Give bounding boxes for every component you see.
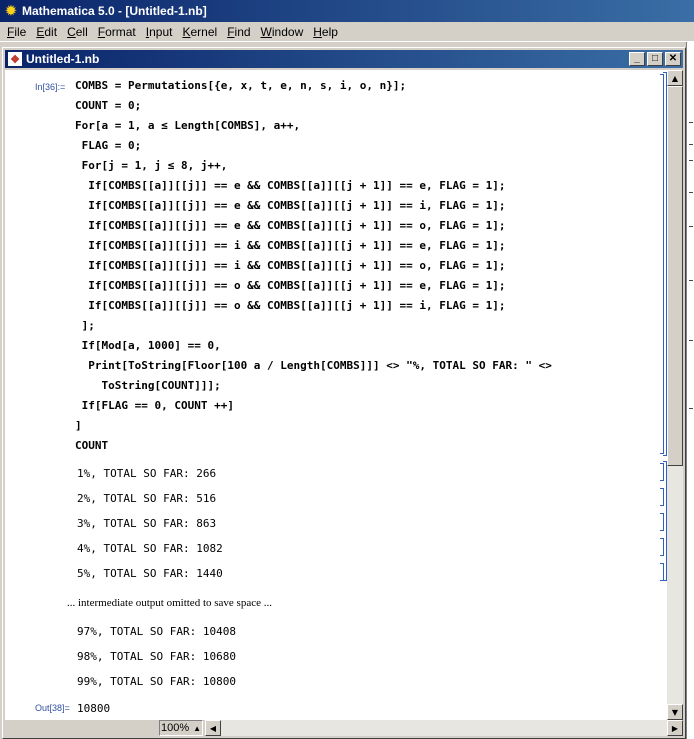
zoom-control[interactable]: 100% ▲ xyxy=(159,720,203,736)
status-bar: 100% ▲ ◀ ▶ xyxy=(5,720,683,736)
code-line: ]; xyxy=(75,319,95,332)
code-line: COUNT = 0; xyxy=(75,99,142,112)
zoom-dropdown-icon: ▲ xyxy=(193,723,202,733)
scroll-up-icon[interactable]: ▲ xyxy=(667,70,683,86)
print-output-line: 3%, TOTAL SO FAR: 863 xyxy=(77,517,217,530)
app-title: Mathematica 5.0 - [Untitled-1.nb] xyxy=(22,4,207,18)
code-line: FLAG = 0; xyxy=(75,139,142,152)
mathematica-logo-icon: ✹ xyxy=(5,3,17,18)
menu-format[interactable]: Format xyxy=(93,25,141,39)
print-output-line: 98%, TOTAL SO FAR: 10680 xyxy=(77,650,236,663)
code-line: If[COMBS[[a]][[j]] == i && COMBS[[a]][[j… xyxy=(75,239,506,252)
menu-cell[interactable]: Cell xyxy=(62,25,93,39)
print-output-line: 97%, TOTAL SO FAR: 10408 xyxy=(77,625,236,638)
print-output-line: 2%, TOTAL SO FAR: 516 xyxy=(77,492,217,505)
code-line: If[COMBS[[a]][[j]] == i && COMBS[[a]][[j… xyxy=(75,259,506,272)
maximize-button[interactable]: □ xyxy=(647,52,663,66)
print-output-line: 4%, TOTAL SO FAR: 1082 xyxy=(77,542,223,555)
code-line: For[a = 1, a ≤ Length[COMBS], a++, xyxy=(75,119,301,132)
notebook-title: Untitled-1.nb xyxy=(26,52,100,66)
scroll-left-icon[interactable]: ◀ xyxy=(205,720,221,736)
code-line: If[COMBS[[a]][[j]] == e && COMBS[[a]][[j… xyxy=(75,219,506,232)
menu-input[interactable]: Input xyxy=(141,25,178,39)
omitted-note: ... intermediate output omitted to save … xyxy=(67,597,272,609)
code-line: ] xyxy=(75,419,82,432)
code-line: If[Mod[a, 1000] == 0, xyxy=(75,339,221,352)
vertical-scroll-thumb[interactable] xyxy=(667,86,683,466)
vertical-scrollbar[interactable]: ▲ ▼ xyxy=(667,70,683,720)
code-line: Print[ToString[Floor[100 a / Length[COMB… xyxy=(75,359,552,372)
background-window-edge xyxy=(686,42,694,739)
code-line: For[j = 1, j ≤ 8, j++, xyxy=(75,159,228,172)
code-line: If[COMBS[[a]][[j]] == o && COMBS[[a]][[j… xyxy=(75,299,506,312)
notebook-window: ❖ Untitled-1.nb _ □ ✕ In[36]:= COMBS = P… xyxy=(2,47,686,739)
code-line: COUNT xyxy=(75,439,109,452)
zoom-level: 100% xyxy=(160,722,190,734)
code-line: If[COMBS[[a]][[j]] == o && COMBS[[a]][[j… xyxy=(75,279,506,292)
horizontal-scrollbar[interactable]: ◀ ▶ xyxy=(205,720,683,736)
maximize-icon: □ xyxy=(651,53,659,64)
menu-file[interactable]: File xyxy=(2,25,31,39)
input-label: In[36]:= xyxy=(35,82,66,92)
code-line: COMBS = Permutations[{e, x, t, e, n, s, … xyxy=(75,79,407,92)
menu-help[interactable]: Help xyxy=(308,25,343,39)
close-icon: ✕ xyxy=(668,53,678,64)
print-output-line: 99%, TOTAL SO FAR: 10800 xyxy=(77,675,236,688)
code-line: If[COMBS[[a]][[j]] == e && COMBS[[a]][[j… xyxy=(75,179,506,192)
print-output-line: 1%, TOTAL SO FAR: 266 xyxy=(77,467,217,480)
minimize-icon: _ xyxy=(634,53,640,64)
code-line: If[FLAG == 0, COUNT ++] xyxy=(75,399,234,412)
menu-edit[interactable]: Edit xyxy=(31,25,62,39)
menu-bar: File Edit Cell Format Input Kernel Find Window H… xyxy=(0,22,694,42)
notebook-title-bar[interactable]: ❖ Untitled-1.nb _ □ ✕ xyxy=(5,50,683,68)
menu-kernel[interactable]: Kernel xyxy=(177,25,222,39)
code-line: If[COMBS[[a]][[j]] == e && COMBS[[a]][[j… xyxy=(75,199,506,212)
minimize-button[interactable]: _ xyxy=(629,52,645,66)
menu-window[interactable]: Window xyxy=(256,25,309,39)
scroll-right-icon[interactable]: ▶ xyxy=(667,720,683,736)
code-line: ToString[COUNT]]]; xyxy=(75,379,221,392)
scroll-down-icon[interactable]: ▼ xyxy=(667,704,683,720)
app-title-bar[interactable]: ✹ Mathematica 5.0 - [Untitled-1.nb] xyxy=(0,0,694,22)
notebook-icon: ❖ xyxy=(8,52,22,66)
notebook-content[interactable]: In[36]:= COMBS = Permutations[{e, x, t, … xyxy=(5,70,667,720)
print-output-line: 5%, TOTAL SO FAR: 1440 xyxy=(77,567,223,580)
output-label: Out[38]= xyxy=(35,703,70,713)
output-value: 10800 xyxy=(77,702,111,715)
close-button[interactable]: ✕ xyxy=(665,52,681,66)
menu-find[interactable]: Find xyxy=(222,25,255,39)
